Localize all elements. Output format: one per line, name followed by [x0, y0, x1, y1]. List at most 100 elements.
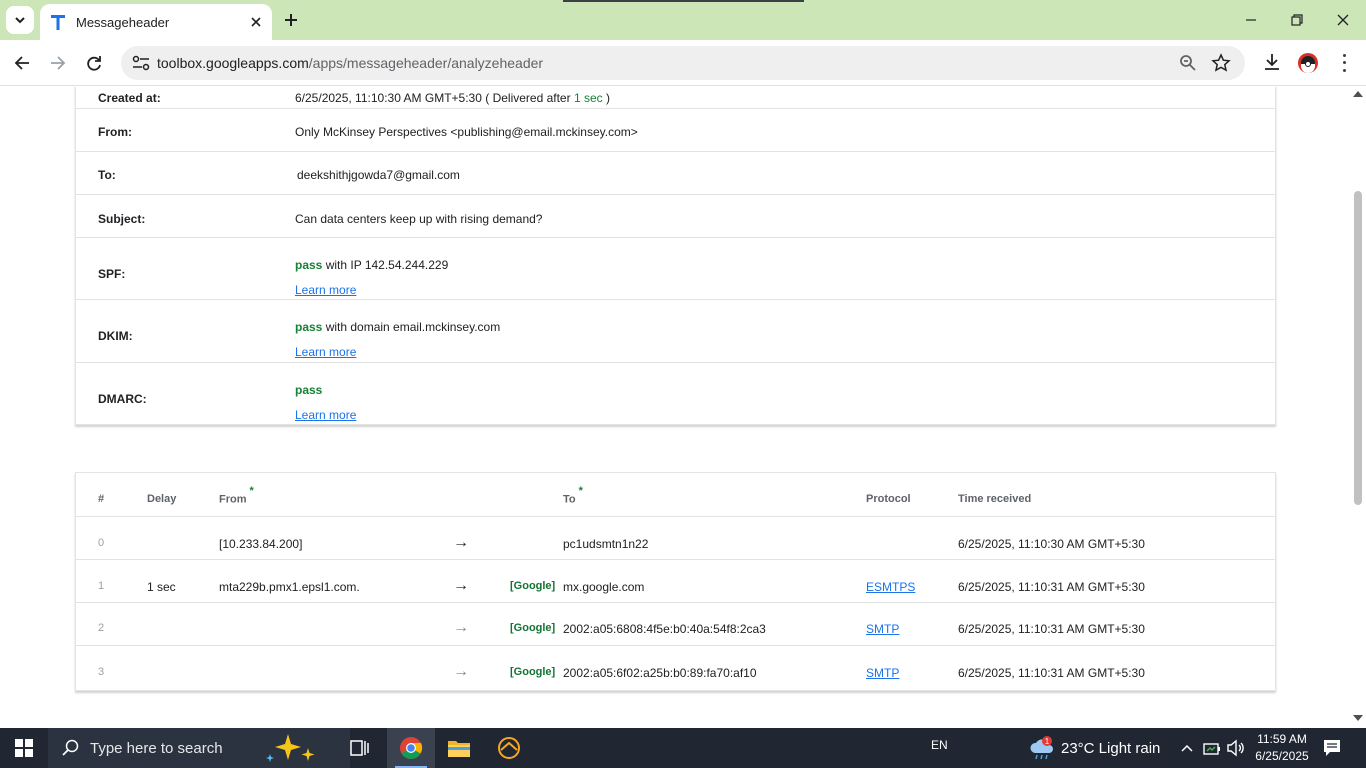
restore-button[interactable] — [1284, 8, 1310, 32]
weather-alert-badge: 1 — [1045, 737, 1050, 746]
copilot-sparkle-icon[interactable] — [262, 732, 324, 764]
taskbar-chrome[interactable] — [387, 728, 435, 768]
hop-num: 1 — [98, 580, 105, 592]
scroll-up-arrow-icon[interactable] — [1353, 91, 1363, 97]
dmarc-row: DMARC: pass Learn more — [76, 363, 1275, 425]
dkim-detail: with domain email.mckinsey.com — [322, 320, 501, 334]
task-view-icon — [350, 740, 369, 756]
google-badge: [Google] — [510, 622, 556, 634]
input-language[interactable]: EN — [931, 738, 948, 752]
table-header-row: # Delay From* To* Protocol Time received — [76, 473, 1275, 517]
scrollbar-thumb[interactable] — [1354, 191, 1362, 505]
notification-center-icon[interactable] — [1322, 738, 1342, 758]
close-tab-icon[interactable] — [246, 12, 266, 32]
browser-menu-icon[interactable] — [1335, 52, 1353, 74]
search-placeholder: Type here to search — [90, 739, 223, 757]
hop-to: 2002:a05:6808:4f5e:b0:40a:54f8:2ca3 — [563, 622, 766, 636]
spf-learn-more-link[interactable]: Learn more — [295, 283, 356, 297]
page-viewport: Created at: 6/25/2025, 11:10:30 AM GMT+5… — [0, 87, 1366, 728]
to-footnote-star: * — [578, 485, 583, 497]
reload-button[interactable] — [80, 49, 108, 77]
protocol-link[interactable]: SMTP — [866, 622, 899, 636]
protocol-link[interactable]: SMTP — [866, 666, 899, 680]
reload-icon — [87, 56, 101, 71]
col-header-from-label: From — [219, 493, 247, 506]
col-header-protocol: Protocol — [866, 493, 911, 505]
system-tray — [1180, 738, 1250, 758]
back-button[interactable] — [8, 49, 36, 77]
chevron-up-icon[interactable] — [1180, 738, 1194, 758]
windows-logo-icon — [15, 739, 33, 757]
zoom-icon[interactable] — [1179, 54, 1197, 72]
bookmark-star-icon[interactable] — [1211, 53, 1231, 73]
created-value: 6/25/2025, 11:10:30 AM GMT+5:30 ( Delive… — [295, 91, 610, 105]
restore-icon — [1291, 14, 1303, 26]
google-badge: [Google] — [510, 580, 556, 592]
download-icon[interactable] — [1262, 52, 1282, 72]
weather-widget[interactable]: 1 23°C Light rain — [1028, 734, 1168, 762]
address-bar[interactable]: toolbox.googleapps.com/apps/messageheade… — [121, 46, 1245, 80]
new-tab-button[interactable] — [281, 10, 301, 30]
spf-label: SPF: — [98, 267, 126, 281]
forward-button[interactable] — [44, 49, 72, 77]
tab-search-button[interactable] — [6, 6, 34, 34]
site-settings-icon[interactable] — [131, 54, 151, 72]
hop-time: 6/25/2025, 11:10:31 AM GMT+5:30 — [958, 622, 1145, 636]
to-label: To: — [98, 168, 116, 182]
col-header-time: Time received — [958, 493, 1032, 505]
delivery-delay: 1 sec — [573, 91, 603, 105]
tab-title: Messageheader — [76, 14, 170, 30]
google-badge: [Google] — [510, 666, 556, 678]
col-header-num: # — [98, 493, 105, 505]
taskbar-mail-app[interactable] — [485, 728, 533, 768]
weather-text: 23°C Light rain — [1061, 740, 1161, 757]
minimize-button[interactable] — [1238, 8, 1264, 32]
start-button[interactable] — [0, 728, 48, 768]
subject-row: Subject: Can data centers keep up with r… — [76, 195, 1275, 238]
system-clock[interactable]: 11:59 AM 6/25/2025 — [1252, 731, 1312, 765]
dkim-value: pass with domain email.mckinsey.com — [295, 320, 500, 334]
created-row: Created at: 6/25/2025, 11:10:30 AM GMT+5… — [76, 87, 1275, 109]
hop-arrow: → — [453, 577, 469, 594]
task-view-button[interactable] — [336, 728, 384, 768]
hop-time: 6/25/2025, 11:10:31 AM GMT+5:30 — [958, 580, 1145, 594]
network-battery-icon[interactable] — [1202, 738, 1222, 758]
delivery-hops-table: # Delay From* To* Protocol Time received… — [75, 472, 1276, 691]
profile-avatar-icon[interactable] — [1297, 52, 1319, 74]
dkim-learn-more-link[interactable]: Learn more — [295, 345, 356, 359]
table-row: 2 → [Google] 2002:a05:6808:4f5e:b0:40a:5… — [76, 603, 1275, 646]
spf-value: pass with IP 142.54.244.229 — [295, 258, 448, 272]
scroll-down-arrow-icon[interactable] — [1353, 715, 1363, 721]
from-footnote-star: * — [249, 485, 254, 497]
window-drag-indicator — [563, 0, 804, 2]
hop-to: mx.google.com — [563, 580, 645, 594]
protocol-link[interactable]: ESMTPS — [866, 580, 915, 594]
volume-icon[interactable] — [1226, 738, 1246, 758]
subject-value: Can data centers keep up with rising dem… — [295, 212, 543, 226]
created-close: ) — [602, 91, 610, 105]
search-icon — [62, 739, 79, 756]
close-icon — [1337, 14, 1349, 26]
hop-num: 0 — [98, 537, 105, 549]
dkim-label: DKIM: — [98, 329, 133, 343]
dmarc-learn-more-link[interactable]: Learn more — [295, 408, 356, 422]
table-row: 1 1 sec mta229b.pmx1.epsl1.com. → [Googl… — [76, 560, 1275, 603]
hop-num: 2 — [98, 622, 105, 634]
hop-time: 6/25/2025, 11:10:30 AM GMT+5:30 — [958, 537, 1145, 551]
taskbar-file-explorer[interactable] — [435, 728, 483, 768]
chrome-icon — [400, 737, 423, 759]
hop-arrow: → — [453, 534, 469, 551]
col-header-to: To* — [563, 485, 583, 506]
arrow-right-icon — [51, 56, 66, 70]
vertical-scrollbar[interactable] — [1350, 87, 1366, 728]
close-window-button[interactable] — [1330, 8, 1356, 32]
created-label: Created at: — [98, 91, 161, 105]
url-path: /apps/messageheader/analyzeheader — [308, 55, 544, 71]
subject-label: Subject: — [98, 212, 146, 226]
chevron-down-icon — [15, 17, 25, 24]
arrow-left-icon — [14, 56, 29, 70]
dmarc-label: DMARC: — [98, 392, 147, 406]
hop-to: 2002:a05:6f02:a25b:b0:89:fa70:af10 — [563, 666, 757, 680]
hop-to: pc1udsmtn1n22 — [563, 537, 649, 551]
browser-tab-messageheader[interactable]: Messageheader — [40, 4, 272, 40]
